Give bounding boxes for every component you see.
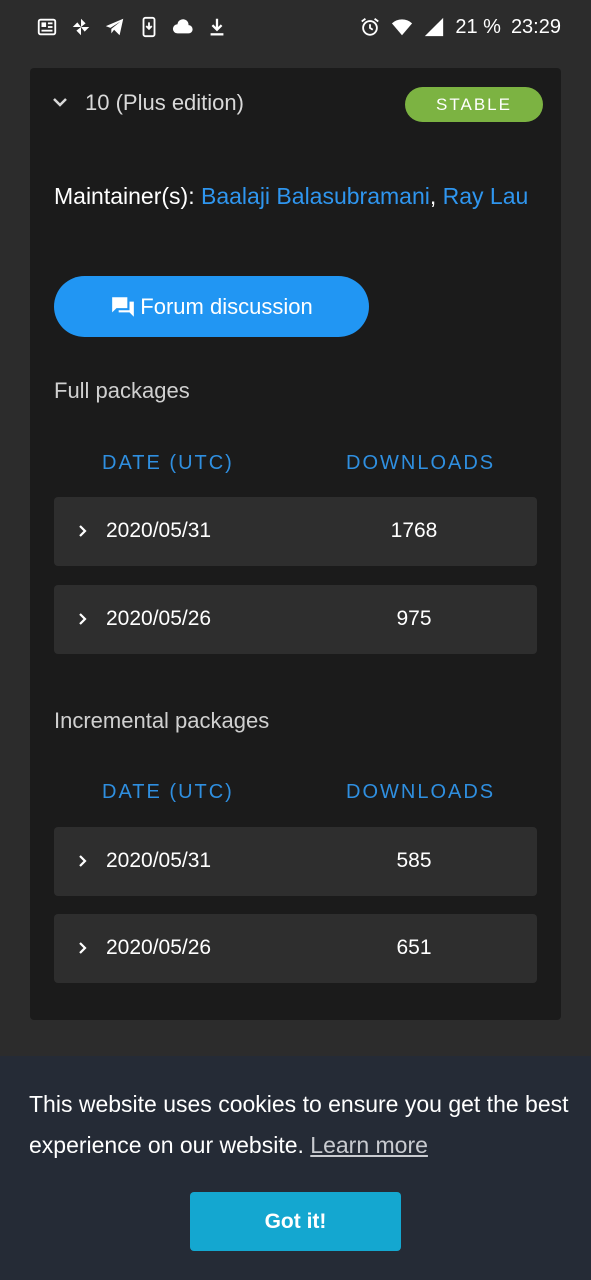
chevron-right-icon <box>76 851 90 871</box>
system-status: 21 % 23:29 <box>359 16 561 39</box>
package-date: 2020/05/31 <box>106 519 212 542</box>
chevron-down-icon[interactable] <box>50 92 70 112</box>
got-it-button[interactable]: Got it! <box>190 1192 401 1251</box>
wifi-icon <box>391 16 413 38</box>
version-title: 10 (Plus edition) <box>85 90 244 115</box>
cookie-message-container: This website uses cookies to ensure you … <box>29 1084 569 1166</box>
download-icon <box>206 16 228 38</box>
full-packages-title: Full packages <box>54 378 190 403</box>
maintainers-label: Maintainer(s): <box>54 183 195 209</box>
package-downloads: 1768 <box>390 519 438 542</box>
package-downloads: 975 <box>396 607 432 630</box>
battery-percent: 21 % <box>455 15 501 38</box>
full-col-date: DATE (UTC) <box>102 452 234 474</box>
maintainers: Maintainer(s): Baalaji Balasubramani, Ra… <box>54 178 534 215</box>
screen: 21 % 23:29 10 (Plus edition) STABLE Main… <box>0 0 591 1280</box>
incremental-col-downloads: DOWNLOADS <box>346 781 496 803</box>
chevron-right-icon <box>76 521 90 541</box>
full-package-row[interactable]: 2020/05/31 1768 <box>54 497 537 566</box>
maintainer-link-1[interactable]: Baalaji Balasubramani <box>201 183 430 209</box>
chevron-right-icon <box>76 938 90 958</box>
incremental-package-row[interactable]: 2020/05/31 585 <box>54 827 537 896</box>
chevron-right-icon <box>76 609 90 629</box>
package-date: 2020/05/26 <box>106 936 212 959</box>
package-date: 2020/05/31 <box>106 849 212 872</box>
package-downloads: 585 <box>396 849 432 872</box>
phone-download-icon <box>138 16 160 38</box>
package-downloads: 651 <box>396 936 432 959</box>
release-card: 10 (Plus edition) STABLE Maintainer(s): … <box>30 68 561 1020</box>
telegram-icon <box>104 16 126 38</box>
alarm-icon <box>359 16 381 38</box>
full-package-row[interactable]: 2020/05/26 975 <box>54 585 537 654</box>
forum-icon <box>110 294 136 320</box>
incremental-packages-title: Incremental packages <box>54 708 270 733</box>
pinwheel-icon <box>70 16 92 38</box>
release-header[interactable]: 10 (Plus edition) STABLE <box>30 68 561 140</box>
status-badge: STABLE <box>405 87 543 122</box>
package-date: 2020/05/26 <box>106 607 212 630</box>
forum-discussion-button[interactable]: Forum discussion <box>54 276 369 337</box>
incremental-col-date: DATE (UTC) <box>102 781 234 803</box>
incremental-package-row[interactable]: 2020/05/26 651 <box>54 914 537 983</box>
cloud-icon <box>172 16 194 38</box>
forum-button-label: Forum discussion <box>140 293 313 319</box>
maintainer-separator: , <box>429 183 437 209</box>
signal-icon <box>423 16 445 38</box>
learn-more-link[interactable]: Learn more <box>310 1132 428 1158</box>
cookie-message: This website uses cookies to ensure you … <box>29 1091 569 1158</box>
news-icon <box>36 16 58 38</box>
clock: 23:29 <box>510 15 561 38</box>
full-col-downloads: DOWNLOADS <box>346 452 496 474</box>
status-bar: 21 % 23:29 <box>0 0 591 54</box>
notification-icons <box>36 16 228 38</box>
cookie-banner: This website uses cookies to ensure you … <box>0 1056 591 1280</box>
maintainer-link-2[interactable]: Ray Lau <box>443 183 529 209</box>
